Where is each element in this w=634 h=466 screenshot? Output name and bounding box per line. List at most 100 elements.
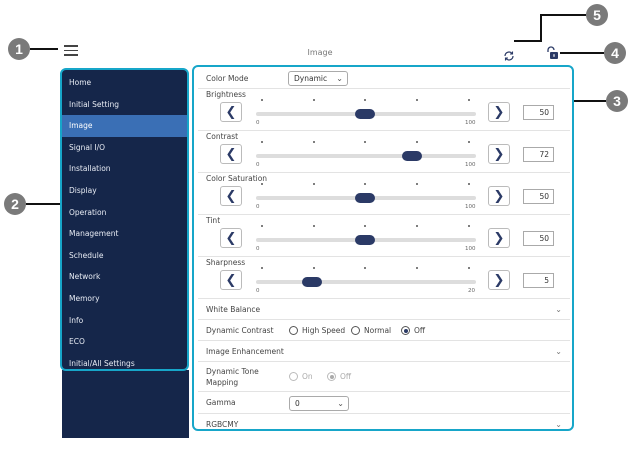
sidebar-item-initial-all-settings[interactable]: Initial/All Settings xyxy=(62,353,187,375)
chevron-down-icon: ⌄ xyxy=(555,347,562,356)
contrast-increase-button[interactable]: ❯ xyxy=(488,144,510,164)
tick-dot xyxy=(313,183,315,185)
chevron-down-icon: ⌄ xyxy=(555,305,562,314)
chevron-right-icon: ❯ xyxy=(493,230,505,246)
tint-decrease-button[interactable]: ❮ xyxy=(220,228,242,248)
tick-dot xyxy=(313,267,315,269)
gamma-select[interactable]: 0 ⌄ xyxy=(289,396,349,411)
sidebar-item-image[interactable]: Image xyxy=(62,115,187,137)
radio-tone-off[interactable]: Off xyxy=(327,372,351,381)
chevron-right-icon: ❯ xyxy=(493,188,505,204)
brightness-min: 0 xyxy=(256,120,260,126)
color-mode-select[interactable]: Dynamic ⌄ xyxy=(288,71,348,86)
callout-5: 5 xyxy=(586,4,608,26)
tick-dot xyxy=(364,99,366,101)
refresh-icon[interactable] xyxy=(503,47,515,66)
contrast-decrease-button[interactable]: ❮ xyxy=(220,144,242,164)
hamburger-menu-icon[interactable] xyxy=(64,45,78,56)
chevron-left-icon: ❮ xyxy=(225,104,237,120)
slider-thumb[interactable] xyxy=(355,109,375,119)
tint-increase-button[interactable]: ❯ xyxy=(488,228,510,248)
radio-high-speed-label: High Speed xyxy=(302,326,346,335)
tint-slider[interactable] xyxy=(256,235,476,245)
tick-dot xyxy=(313,225,315,227)
image-enhancement-row[interactable]: Image Enhancement ⌄ xyxy=(198,341,570,362)
callout-3-line xyxy=(574,100,606,102)
radio-circle-selected xyxy=(327,372,336,381)
sidebar-item-operation[interactable]: Operation xyxy=(62,202,187,224)
callout-5-line-d xyxy=(514,40,542,42)
tick-dot xyxy=(416,225,418,227)
rgbcmy-row[interactable]: RGBCMY ⌄ xyxy=(198,414,570,429)
chevron-down-icon: ⌄ xyxy=(336,74,343,83)
slider-thumb[interactable] xyxy=(402,151,422,161)
tint-row: Tint ❮ 0 100 ❯ 50 xyxy=(198,215,570,257)
contrast-slider[interactable] xyxy=(256,151,476,161)
gamma-value: 0 xyxy=(295,399,300,408)
page-title: Image xyxy=(307,48,333,57)
sidebar-item-installation[interactable]: Installation xyxy=(62,158,187,180)
slider-thumb[interactable] xyxy=(355,235,375,245)
tint-value-input[interactable]: 50 xyxy=(523,231,554,246)
sidebar-item-info[interactable]: Info xyxy=(62,310,187,332)
color-saturation-increase-button[interactable]: ❯ xyxy=(488,186,510,206)
radio-circle xyxy=(351,326,360,335)
tick-dot xyxy=(313,99,315,101)
settings-panel: Color Mode Dynamic ⌄ Brightness ❮ 0 100 … xyxy=(192,65,574,431)
unlock-icon[interactable] xyxy=(545,45,559,64)
sharpness-label: Sharpness xyxy=(206,258,246,267)
tick-dot xyxy=(416,141,418,143)
brightness-increase-button[interactable]: ❯ xyxy=(488,102,510,122)
color-saturation-value-input[interactable]: 50 xyxy=(523,189,554,204)
tint-max: 100 xyxy=(465,246,476,252)
radio-off[interactable]: Off xyxy=(401,326,425,335)
sidebar-item-display[interactable]: Display xyxy=(62,180,187,202)
tick-dot xyxy=(416,99,418,101)
sidebar-item-eco[interactable]: ECO xyxy=(62,331,187,353)
sharpness-value-input[interactable]: 5 xyxy=(523,273,554,288)
tint-label: Tint xyxy=(206,216,221,225)
slider-thumb[interactable] xyxy=(302,277,322,287)
radio-circle xyxy=(289,372,298,381)
sharpness-increase-button[interactable]: ❯ xyxy=(488,270,510,290)
brightness-value-input[interactable]: 50 xyxy=(523,105,554,120)
sidebar-item-network[interactable]: Network xyxy=(62,266,187,288)
brightness-row: Brightness ❮ 0 100 ❯ 50 xyxy=(198,89,570,131)
sidebar-item-schedule[interactable]: Schedule xyxy=(62,245,187,267)
image-enhancement-label: Image Enhancement xyxy=(206,347,284,356)
dynamic-tone-mapping-row: Dynamic Tone Mapping On Off xyxy=(198,362,570,392)
chevron-left-icon: ❮ xyxy=(225,230,237,246)
white-balance-row[interactable]: White Balance ⌄ xyxy=(198,299,570,320)
sharpness-decrease-button[interactable]: ❮ xyxy=(220,270,242,290)
radio-tone-on-label: On xyxy=(302,372,313,381)
sidebar-item-management[interactable]: Management xyxy=(62,223,187,245)
tick-dot xyxy=(468,99,470,101)
chevron-down-icon: ⌄ xyxy=(555,420,562,429)
radio-off-label: Off xyxy=(414,326,426,335)
white-balance-label: White Balance xyxy=(206,305,261,314)
sidebar-item-signal-io[interactable]: Signal I/O xyxy=(62,137,187,159)
radio-tone-off-label: Off xyxy=(340,372,352,381)
callout-2-line xyxy=(26,203,60,205)
sharpness-slider[interactable] xyxy=(256,277,476,287)
brightness-decrease-button[interactable]: ❮ xyxy=(220,102,242,122)
color-mode-label: Color Mode xyxy=(206,74,249,83)
contrast-value-input[interactable]: 72 xyxy=(523,147,554,162)
tick-dot xyxy=(364,225,366,227)
radio-normal[interactable]: Normal xyxy=(351,326,391,335)
sidebar-item-home[interactable]: Home xyxy=(62,72,187,94)
callout-2: 2 xyxy=(4,193,26,215)
sidebar-item-memory[interactable]: Memory xyxy=(62,288,187,310)
radio-high-speed[interactable]: High Speed xyxy=(289,326,345,335)
color-saturation-slider[interactable] xyxy=(256,193,476,203)
tick-dot xyxy=(261,267,263,269)
tick-dot xyxy=(364,141,366,143)
radio-tone-on[interactable]: On xyxy=(289,372,313,381)
callout-1: 1 xyxy=(8,38,30,60)
slider-thumb[interactable] xyxy=(355,193,375,203)
brightness-slider[interactable] xyxy=(256,109,476,119)
brightness-max: 100 xyxy=(465,120,476,126)
color-saturation-decrease-button[interactable]: ❮ xyxy=(220,186,242,206)
tick-dot xyxy=(416,183,418,185)
sidebar-item-initial-setting[interactable]: Initial Setting xyxy=(62,94,187,116)
